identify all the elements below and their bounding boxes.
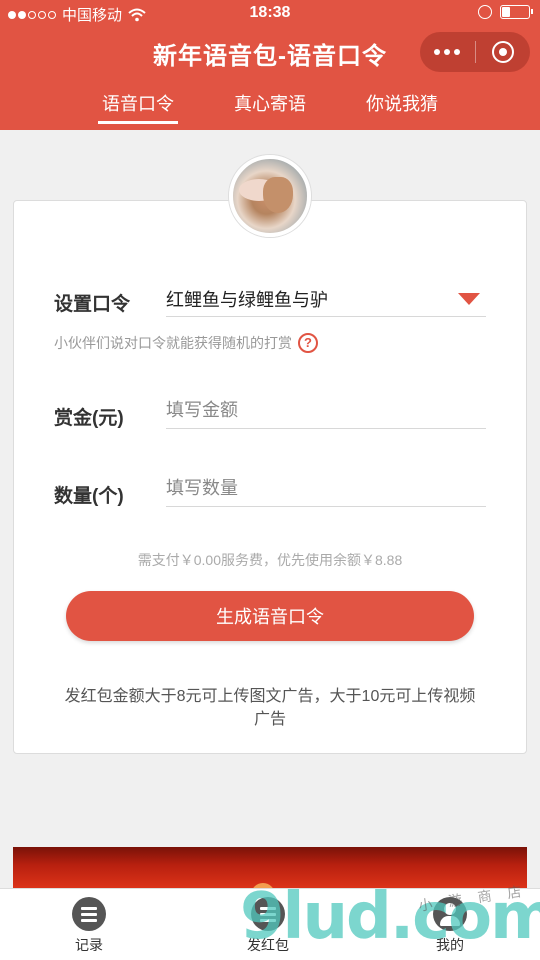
tab-you-say-i-guess[interactable]: 你说我猜 bbox=[362, 90, 442, 116]
bottom-tab-bar: 记录 发红包 我的 bbox=[0, 888, 540, 960]
target-circle-icon[interactable] bbox=[475, 41, 530, 63]
password-value: 红鲤鱼与绿鲤鱼与驴 bbox=[166, 289, 328, 310]
amount-label: 赏金(元) bbox=[54, 408, 124, 429]
tabbar-item-send-red-packet[interactable]: 发红包 bbox=[228, 897, 308, 955]
quantity-field-wrap bbox=[166, 471, 486, 507]
password-select[interactable]: 红鲤鱼与绿鲤鱼与驴 bbox=[166, 281, 486, 317]
help-icon[interactable]: ? bbox=[298, 333, 318, 353]
more-dots-icon[interactable] bbox=[420, 49, 475, 55]
battery-icon bbox=[500, 5, 533, 19]
dropdown-triangle-icon[interactable] bbox=[458, 293, 480, 305]
orientation-lock-icon bbox=[478, 5, 492, 19]
service-fee-text: 需支付￥0.00服务费，优先使用余额￥8.88 bbox=[137, 552, 403, 568]
tabbar-label-records: 记录 bbox=[75, 937, 103, 953]
tabbar-label-send-red-packet: 发红包 bbox=[247, 937, 289, 953]
tab-heartfelt-message[interactable]: 真心寄语 bbox=[230, 90, 310, 116]
password-hint: 小伙伴们说对口令就能获得随机的打赏 ? bbox=[54, 333, 318, 353]
ad-upload-note: 发红包金额大于8元可上传图文广告，大于10元可上传视频广告 bbox=[64, 688, 476, 728]
list-icon bbox=[72, 897, 106, 931]
password-label: 设置口令 bbox=[54, 294, 131, 315]
status-right bbox=[478, 5, 533, 19]
tab-voice-password[interactable]: 语音口令 bbox=[98, 90, 178, 124]
mini-program-capsule bbox=[420, 32, 530, 72]
avatar bbox=[229, 155, 311, 237]
amount-input[interactable] bbox=[166, 400, 486, 421]
quantity-label: 数量(个) bbox=[54, 486, 124, 507]
top-tabs: 语音口令 真心寄语 你说我猜 bbox=[0, 88, 540, 126]
status-bar: 中国移动 18:38 bbox=[0, 0, 540, 28]
status-time: 18:38 bbox=[249, 4, 291, 21]
list-icon bbox=[251, 897, 285, 931]
tabbar-label-mine: 我的 bbox=[436, 937, 464, 953]
tabbar-item-records[interactable]: 记录 bbox=[49, 897, 129, 955]
form-card: 设置口令 红鲤鱼与绿鲤鱼与驴 小伙伴们说对口令就能获得随机的打赏 ? 赏金(元)… bbox=[13, 200, 527, 754]
battery-fill bbox=[502, 7, 511, 17]
header-bar: 中国移动 18:38 新年语音包-语音口令 语音口令 真心寄语 你说我猜 bbox=[0, 0, 540, 130]
password-hint-text: 小伙伴们说对口令就能获得随机的打赏 bbox=[54, 335, 292, 351]
user-icon bbox=[433, 897, 467, 931]
red-envelope-banner[interactable] bbox=[13, 847, 527, 907]
tabbar-item-mine[interactable]: 我的 bbox=[410, 897, 490, 955]
generate-voice-password-button[interactable]: 生成语音口令 bbox=[66, 591, 474, 641]
amount-field-wrap bbox=[166, 393, 486, 429]
quantity-input[interactable] bbox=[166, 478, 486, 499]
